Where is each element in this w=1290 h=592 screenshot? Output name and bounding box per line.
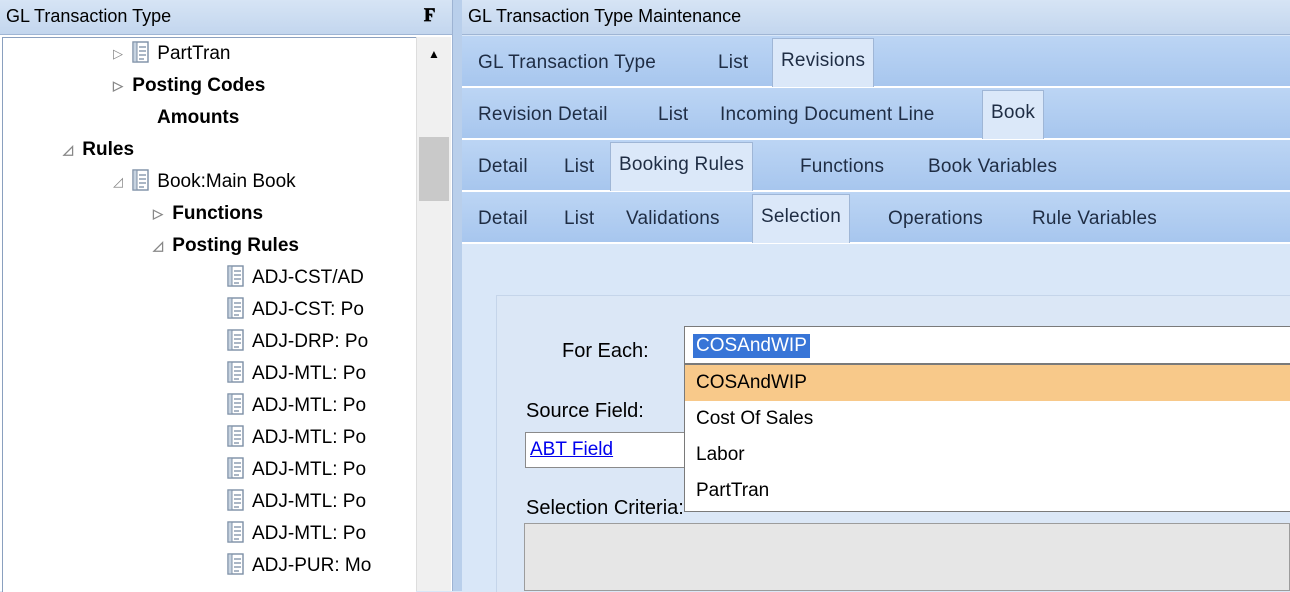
tree-node-label: ADJ-CST: Po <box>252 299 364 320</box>
document-icon <box>227 521 244 543</box>
left-panel-header: GL Transaction Type 𝟊 <box>0 0 452 35</box>
tab-list[interactable]: List <box>718 52 748 74</box>
pin-icon[interactable]: 𝟊 <box>424 5 435 26</box>
document-icon <box>227 425 244 447</box>
tab-row-revisions: Revision Detail List Incoming Document Lin… <box>462 88 1290 140</box>
tree-node-label: ADJ-CST/AD <box>252 267 364 288</box>
tab-operations[interactable]: Operations <box>888 208 983 230</box>
for-each-dropdown-list[interactable]: COSAndWIP Cost Of Sales Labor PartTran <box>684 364 1290 512</box>
tree-node-label: ADJ-MTL: Po <box>252 363 367 384</box>
document-icon <box>227 297 244 319</box>
document-icon <box>227 489 244 511</box>
tree-node-label: ADJ-MTL: Po <box>252 523 367 544</box>
tab-functions[interactable]: Functions <box>800 156 884 178</box>
tab-revision-detail[interactable]: Revision Detail <box>478 104 608 126</box>
tree-node[interactable]: ▷ PartTran <box>109 38 231 70</box>
document-icon <box>227 265 244 287</box>
tree-node[interactable]: ◿ Posting Rules <box>149 230 299 262</box>
tree-node-label: Functions <box>172 203 264 225</box>
collapse-arrow-icon[interactable]: ◿ <box>59 134 77 166</box>
tree-node[interactable]: ADJ-PUR: Mo <box>227 550 371 582</box>
dropdown-option[interactable]: Cost Of Sales <box>685 401 1290 437</box>
tree-node-label: ADJ-MTL: Po <box>252 491 367 512</box>
tree-node-label: ADJ-MTL: Po <box>252 459 367 480</box>
expand-arrow-icon[interactable]: ▷ <box>109 70 127 102</box>
abt-field-link[interactable]: ABT Field <box>530 439 613 461</box>
document-icon <box>227 329 244 351</box>
tab-row-transaction-type: GL Transaction Type List Revisions <box>462 36 1290 88</box>
tree-node-label: ADJ-MTL: Po <box>252 427 367 448</box>
tree-node[interactable]: ADJ-MTL: Po <box>227 390 366 422</box>
dropdown-option[interactable]: PartTran <box>685 473 1290 509</box>
tab-gl-transaction-type[interactable]: GL Transaction Type <box>478 52 656 74</box>
collapse-arrow-icon[interactable]: ◿ <box>149 230 167 262</box>
right-panel: GL Transaction Type Maintenance GL Trans… <box>462 0 1290 592</box>
document-icon <box>227 553 244 575</box>
tab-rule-variables[interactable]: Rule Variables <box>1032 208 1157 230</box>
tab-book[interactable]: Book <box>982 90 1045 139</box>
tree-node-label: Amounts <box>157 107 240 128</box>
tree-node[interactable]: ADJ-MTL: Po <box>227 358 366 390</box>
source-field-box: ABT Field <box>525 432 695 468</box>
tree-node-label: Book:Main Book <box>157 171 296 193</box>
tab-revisions[interactable]: Revisions <box>772 38 875 87</box>
tree-node-label: ADJ-DRP: Po <box>252 331 369 352</box>
tree-node[interactable]: ◿ Book:Main Book <box>109 166 296 198</box>
right-panel-title: GL Transaction Type Maintenance <box>468 6 742 26</box>
for-each-label: For Each: <box>562 340 649 362</box>
expand-arrow-icon[interactable]: ▷ <box>109 38 127 70</box>
tab-validations[interactable]: Validations <box>626 208 720 230</box>
tab-row-book: Detail List Booking Rules Functions Book Var… <box>462 140 1290 192</box>
tree-node-label: Posting Codes <box>132 75 266 97</box>
tree-node[interactable]: ADJ-CST/AD <box>227 262 364 294</box>
tree-node[interactable]: ▷ Posting Codes <box>109 70 265 102</box>
tree-node-label: Posting Rules <box>172 235 299 257</box>
document-icon <box>132 169 149 191</box>
selection-criteria-label: Selection Criteria: <box>526 497 684 519</box>
collapse-arrow-icon[interactable]: ◿ <box>109 166 127 198</box>
tab-detail[interactable]: Detail <box>478 156 528 178</box>
tree-scrollbar[interactable]: ▲ <box>416 37 451 591</box>
tab-selection[interactable]: Selection <box>752 194 850 243</box>
for-each-selected-text: COSAndWIP <box>693 334 810 358</box>
document-icon <box>227 361 244 383</box>
tree-node[interactable]: ADJ-MTL: Po <box>227 518 366 550</box>
tree-view[interactable]: ▷ PartTran ▷ Posting Codes Amounts ◿ Rules ◿… <box>2 37 416 592</box>
right-panel-header: GL Transaction Type Maintenance <box>462 0 1290 35</box>
scroll-up-arrow-icon[interactable]: ▲ <box>417 37 451 71</box>
tab-row-booking-rules: Detail List Validations Selection Operations… <box>462 192 1290 244</box>
tree-node[interactable]: ◿ Rules <box>59 134 134 166</box>
dropdown-option[interactable]: Labor <box>685 437 1290 473</box>
tree-node-label: PartTran <box>157 43 231 65</box>
expand-arrow-icon[interactable]: ▷ <box>149 198 167 230</box>
tree-node[interactable]: ADJ-MTL: Po <box>227 454 366 486</box>
document-icon <box>227 393 244 415</box>
selection-criteria-textarea[interactable] <box>524 523 1290 591</box>
tree-node-label: ADJ-PUR: Mo <box>252 555 372 576</box>
source-field-label: Source Field: <box>526 400 644 422</box>
tree-node[interactable]: Amounts <box>157 102 239 134</box>
document-icon <box>227 457 244 479</box>
tree-node[interactable]: ADJ-CST: Po <box>227 294 364 326</box>
document-icon <box>132 41 149 63</box>
left-panel: GL Transaction Type 𝟊 ▷ PartTran ▷ Postin… <box>0 0 452 592</box>
tree-node[interactable]: ADJ-MTL: Po <box>227 422 366 454</box>
dropdown-option[interactable]: COSAndWIP <box>685 365 1290 401</box>
tab-incoming-document-line[interactable]: Incoming Document Line <box>720 104 935 126</box>
for-each-combobox[interactable]: COSAndWIP <box>684 326 1290 364</box>
tab-book-variables[interactable]: Book Variables <box>928 156 1057 178</box>
tab-list[interactable]: List <box>564 208 594 230</box>
tab-detail[interactable]: Detail <box>478 208 528 230</box>
tab-list[interactable]: List <box>658 104 688 126</box>
tree-node[interactable]: ADJ-MTL: Po <box>227 486 366 518</box>
tree-node-label: ADJ-MTL: Po <box>252 395 367 416</box>
tab-booking-rules[interactable]: Booking Rules <box>610 142 754 191</box>
tree-node[interactable]: ADJ-DRP: Po <box>227 326 368 358</box>
tab-list[interactable]: List <box>564 156 594 178</box>
left-panel-title: GL Transaction Type <box>6 6 172 26</box>
tree-node-label: Rules <box>82 139 135 161</box>
tree-node[interactable]: ▷ Functions <box>149 198 263 230</box>
scroll-thumb[interactable] <box>419 137 449 201</box>
